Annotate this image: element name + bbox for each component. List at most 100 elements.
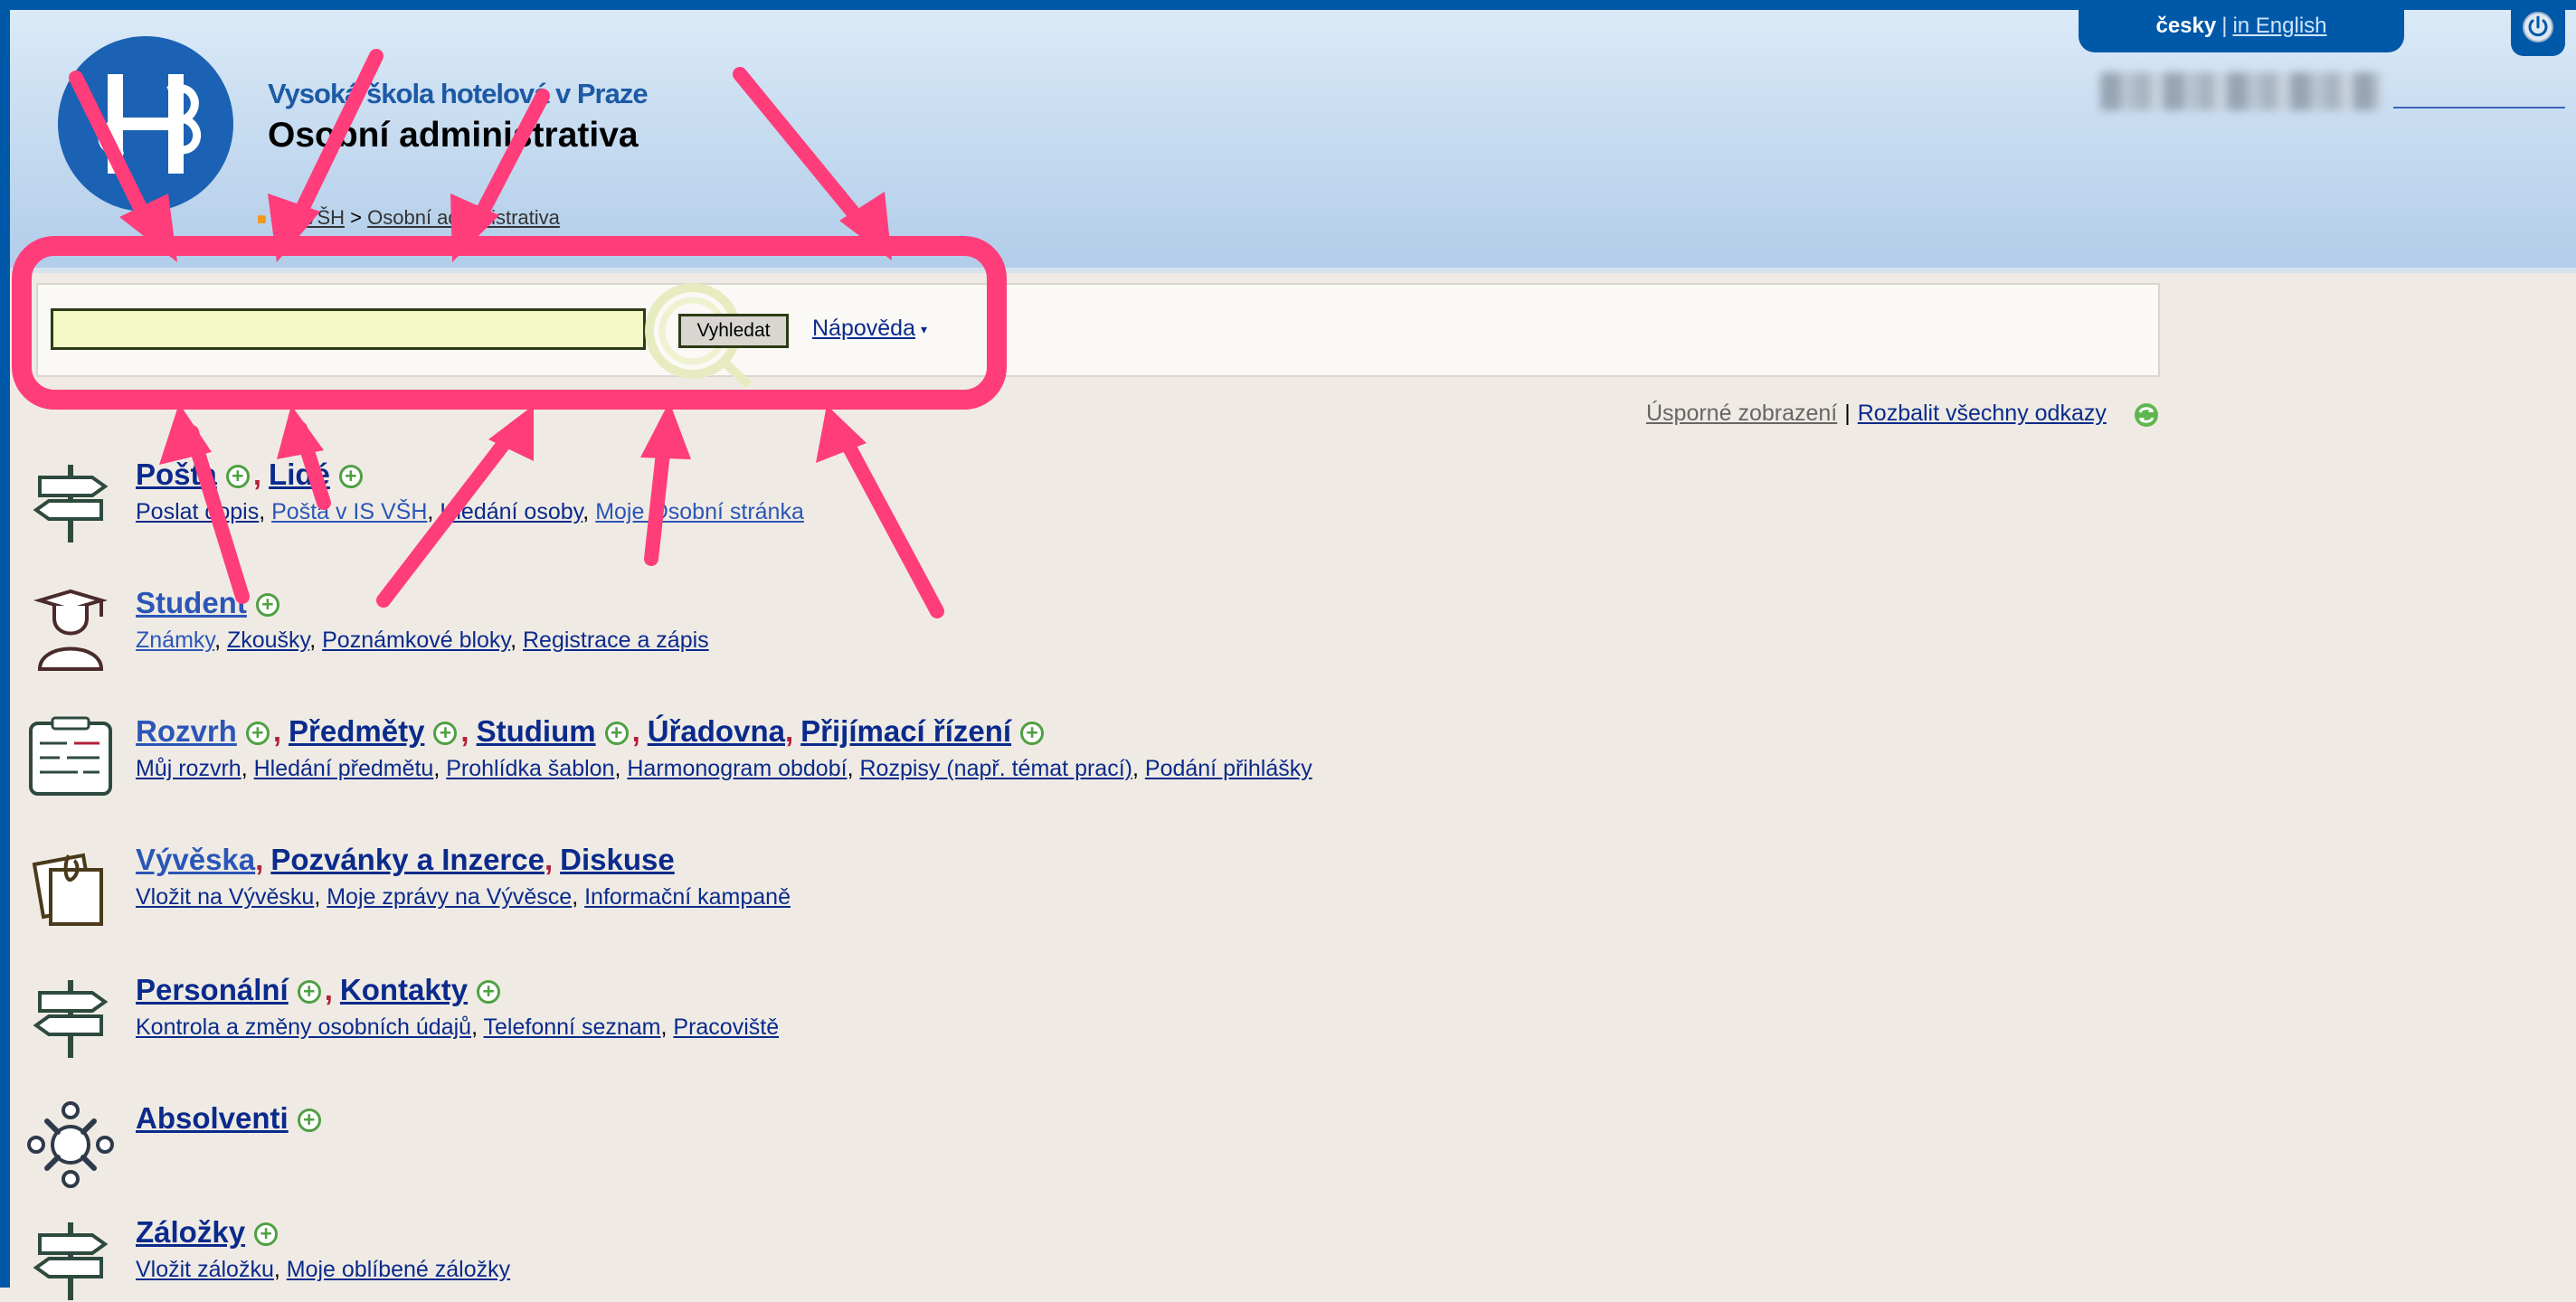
view-separator: |	[1844, 401, 1851, 426]
notes-icon	[32, 853, 103, 926]
breadcrumb-current-link[interactable]: Osobní administrativa	[367, 206, 560, 229]
title-link[interactable]: Rozvrh	[136, 714, 237, 748]
sub-link[interactable]: Harmonogram období	[627, 756, 847, 781]
section-personalni: Personální +, Kontakty + Kontrola a změny o…	[27, 973, 1474, 1063]
title-link[interactable]: Přijímací řízení	[800, 714, 1011, 748]
title-link[interactable]: Úřadovna	[648, 714, 785, 748]
refresh-globe-icon[interactable]	[2133, 401, 2160, 429]
search-button[interactable]: Vyhledat	[678, 314, 789, 348]
section-title: Absolventi +	[136, 1101, 325, 1136]
section-student: Student + Známky, Zkoušky, Poznámkové blo…	[27, 586, 1474, 676]
add-shortcut-icon[interactable]: +	[225, 465, 250, 489]
sub-link[interactable]: Moje oblíbené záložky	[287, 1257, 510, 1282]
help-dropdown[interactable]: Nápověda ▾	[812, 316, 927, 342]
sub-link[interactable]: Poslat dopis	[136, 499, 259, 524]
add-shortcut-icon[interactable]: +	[254, 1222, 279, 1247]
search-input[interactable]	[51, 308, 646, 350]
title-link[interactable]: Lidé	[269, 458, 330, 491]
school-name: Vysoká škola hotelová v Praze	[268, 78, 649, 109]
graduate-icon	[33, 589, 109, 671]
sub-link[interactable]: Pošta v IS VŠH	[271, 499, 427, 524]
sub-link[interactable]: Prohlídka šablon	[446, 756, 614, 781]
breadcrumb-root-link[interactable]: IS VŠH	[279, 206, 345, 229]
sub-link[interactable]: Moje Osobní stránka	[595, 499, 804, 524]
title-link[interactable]: Záložky	[136, 1215, 245, 1249]
section-links: Vložit na Vývěsku, Moje zprávy na Vývěsc…	[136, 884, 791, 910]
user-link-underline[interactable]	[2393, 107, 2565, 108]
compact-view-link[interactable]: Úsporné zobrazení	[1646, 401, 1837, 426]
section-links: Kontrola a změny osobních údajů, Telefon…	[136, 1014, 780, 1040]
add-shortcut-icon[interactable]: +	[297, 1109, 321, 1133]
section-links: Poslat dopis, Pošta v IS VŠH, Hledání os…	[136, 499, 804, 524]
add-shortcut-icon[interactable]: +	[245, 722, 270, 746]
user-name-blurred	[2100, 72, 2381, 110]
title-link[interactable]: Vývěska	[136, 843, 255, 876]
add-shortcut-icon[interactable]: +	[604, 722, 629, 746]
add-shortcut-icon[interactable]: +	[297, 980, 321, 1005]
page-title: Osobní administrativa	[268, 116, 639, 155]
annotation-arrowhead	[159, 403, 212, 465]
people-circle-icon	[27, 1101, 114, 1188]
sub-link[interactable]: Podání přihlášky	[1145, 756, 1312, 781]
view-options: Úsporné zobrazení | Rozbalit všechny odkaz…	[1646, 401, 2107, 427]
add-shortcut-icon[interactable]: +	[338, 465, 363, 489]
sub-link[interactable]: Vložit záložku	[136, 1257, 274, 1282]
add-shortcut-icon[interactable]: +	[255, 593, 279, 618]
sub-link[interactable]: Informační kampaně	[584, 884, 791, 910]
signpost-icon	[33, 465, 109, 542]
sub-link[interactable]: Rozpisy (např. témat prací)	[859, 756, 1132, 781]
expand-all-link[interactable]: Rozbalit všechny odkazy	[1858, 401, 2107, 426]
title-link[interactable]: Diskuse	[560, 843, 675, 876]
section-links: Vložit záložku, Moje oblíbené záložky	[136, 1257, 511, 1282]
sub-link[interactable]: Hledání předmětu	[254, 756, 434, 781]
sub-link[interactable]: Poznámkové bloky	[322, 627, 510, 653]
section-title: Rozvrh +, Předměty +, Studium +, Úřadovna, Přij…	[136, 714, 1047, 749]
add-shortcut-icon[interactable]: +	[433, 722, 458, 746]
annotation-arrowhead	[816, 405, 867, 463]
section-zalozky: Záložky + Vložit záložku, Moje oblíbené z…	[27, 1215, 1474, 1300]
breadcrumb-separator: >	[350, 206, 362, 229]
sub-link[interactable]: Kontrola a změny osobních údajů	[136, 1014, 471, 1040]
header: Vysoká škola hotelová v Praze Osobní adm…	[0, 0, 2576, 273]
power-icon	[2523, 12, 2553, 42]
section-rozvrh: Rozvrh +, Předměty +, Studium +, Úřadovna, Přij…	[27, 714, 1474, 805]
title-link[interactable]: Absolventi	[136, 1101, 289, 1135]
title-link[interactable]: Pošta	[136, 458, 217, 491]
section-title: Vývěska, Pozvánky a Inzerce, Diskuse	[136, 843, 675, 876]
annotation-arrowhead	[640, 401, 691, 459]
section-absolventi: Absolventi +	[27, 1101, 1474, 1192]
vsh-logo[interactable]	[58, 36, 233, 212]
title-link[interactable]: Student	[136, 586, 247, 619]
annotation-arrowhead	[488, 405, 534, 461]
signpost-icon	[33, 980, 109, 1058]
section-title: Pošta +, Lidé +	[136, 458, 366, 492]
annotation-arrowhead	[277, 405, 324, 459]
signpost-icon	[33, 1222, 109, 1300]
sub-link[interactable]: Telefonní seznam	[484, 1014, 661, 1040]
title-link[interactable]: Kontakty	[340, 973, 468, 1006]
sub-link[interactable]: Zkoušky	[227, 627, 309, 653]
sub-link[interactable]: Registrace a zápis	[523, 627, 709, 653]
help-label: Nápověda	[812, 316, 915, 341]
sub-link[interactable]: Moje zprávy na Vývěsce	[327, 884, 572, 910]
add-shortcut-icon[interactable]: +	[477, 980, 501, 1005]
add-shortcut-icon[interactable]: +	[1020, 722, 1045, 746]
sub-link[interactable]: Pracoviště	[673, 1014, 779, 1040]
section-title: Student +	[136, 586, 283, 620]
title-link[interactable]: Personální	[136, 973, 289, 1006]
section-title: Personální +, Kontakty +	[136, 973, 504, 1007]
language-english-link[interactable]: in English	[2232, 14, 2326, 38]
sub-link[interactable]: Můj rozvrh	[136, 756, 242, 781]
sub-link[interactable]: Známky	[136, 627, 214, 653]
breadcrumb: ■ IS VŠH > Osobní administrativa	[257, 206, 560, 230]
section-posta: Pošta +, Lidé + Poslat dopis, Pošta v IS VŠ…	[27, 458, 1474, 548]
title-link[interactable]: Předměty	[289, 714, 424, 748]
breadcrumb-bullet-icon: ■	[257, 210, 267, 228]
sub-link[interactable]: Vložit na Vývěsku	[136, 884, 314, 910]
title-link[interactable]: Pozvánky a Inzerce	[270, 843, 545, 876]
logout-button[interactable]	[2511, 0, 2565, 56]
title-link[interactable]: Studium	[477, 714, 596, 748]
language-current: česky	[2155, 14, 2217, 38]
sub-link[interactable]: Hledání osoby	[440, 499, 582, 524]
schedule-icon	[29, 716, 112, 796]
